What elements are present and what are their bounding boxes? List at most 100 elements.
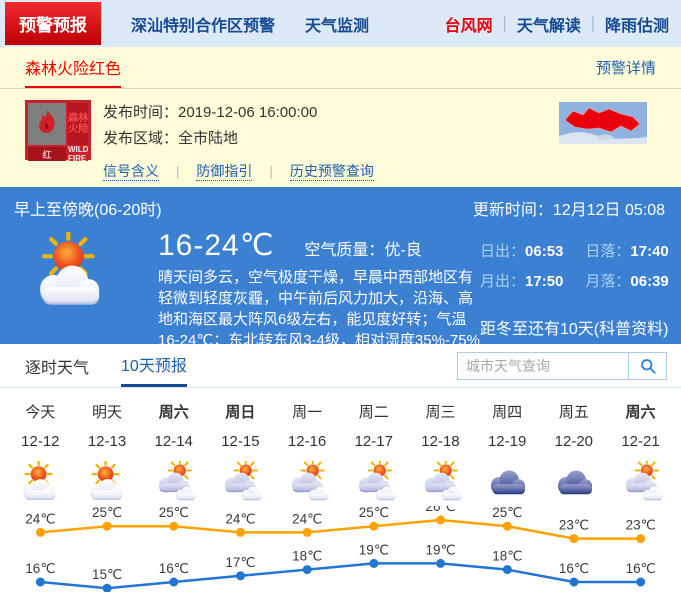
weather-icon-mostly-sunny [84,461,130,503]
forest-fire-warning-icon: 森林火险 红 WILD FIRE [25,100,91,160]
forecast-day-name: 周六 [607,388,674,422]
high-temp-label: 23℃ [559,518,589,533]
weather-portal-page: 预警预报 深汕特别合作区预警 天气监测 台风网 | 天气解读 | 降雨估测 森林… [0,0,681,592]
forecast-day-name: 周一 [274,388,341,422]
high-temp-point [303,528,312,537]
weather-description: 晴天间多云，空气极度干燥，早晨中西部地区有轻微到轻度灰霾，中午前后风力加大，沿海… [158,267,480,351]
nav-rain-estimate-link[interactable]: 降雨估测 [605,12,669,36]
nav-right-links: 台风网 | 天气解读 | 降雨估测 [445,12,669,36]
high-temp-label: 24℃ [25,511,55,526]
low-temp-point [303,565,312,574]
forecast-date: 12-16 [274,433,341,450]
forecast-day-name: 周五 [541,388,608,422]
city-search-input[interactable] [457,352,629,380]
weather-icon-partly-cloudy [151,461,197,503]
nav-typhoon-link[interactable]: 台风网 [445,12,493,36]
forecast-day-name: 周四 [474,388,541,422]
low-temp-point [503,565,512,574]
low-temp-label: 16℃ [626,561,656,576]
publish-area-row: 发布区域：全市陆地 [103,126,374,152]
forecast-icon-cell [7,458,74,506]
warning-tab-bar: 森林火险红色 预警详情 [0,47,681,89]
forecast-day-name: 周二 [340,388,407,422]
forecast-date: 12-15 [207,433,274,450]
search-button[interactable] [629,352,667,380]
low-temp-label: 17℃ [225,555,255,570]
forecast-day-name: 明天 [74,388,141,422]
high-temp-label: 26℃ [426,506,456,514]
high-temp-line [40,520,640,539]
nav-weather-explain-link[interactable]: 天气解读 [517,12,581,36]
high-temp-label: 25℃ [492,506,522,520]
temperature-chart-wrap: 24℃25℃25℃24℃24℃25℃26℃25℃23℃23℃16℃15℃16℃1… [7,506,674,592]
nav-warning-forecast-button[interactable]: 预警预报 [5,2,101,45]
signal-meaning-link[interactable]: 信号含义 [103,163,159,181]
forecast-icon-cell [607,458,674,506]
forecast-date: 12-21 [607,433,674,450]
low-temp-line [40,563,640,588]
moonset-cell: 月落：06:39 [585,270,668,291]
nav-separator: | [591,15,595,33]
tab-hourly-weather[interactable]: 逐时天气 [25,344,89,387]
low-temp-point [570,578,579,587]
nav-shenshan-link[interactable]: 深汕特别合作区预警 [131,12,275,36]
warning-detail-link[interactable]: 预警详情 [596,57,656,78]
forecast-icon-cell [140,458,207,506]
forecast-icon-cell [407,458,474,506]
tab-ten-day-forecast[interactable]: 10天预报 [121,344,187,387]
temperature-chart: 24℃25℃25℃24℃24℃25℃26℃25℃23℃23℃16℃15℃16℃1… [7,506,674,592]
forecast-date: 12-19 [474,433,541,450]
dates-row: 12-1212-1312-1412-1512-1612-1712-1812-19… [7,422,674,450]
forecast-icon-cell [541,458,608,506]
low-temp-label: 18℃ [292,549,322,564]
city-search-box [457,352,667,380]
tab-forest-fire-red[interactable]: 森林火险红色 [25,47,121,88]
forecast-date: 12-14 [140,433,207,450]
publish-area-value: 全市陆地 [178,130,238,147]
low-temp-label: 16℃ [559,561,589,576]
high-temp-label: 23℃ [626,518,656,533]
warning-links-row: 信号含义 | 防御指引 | 历史预警查询 [103,161,374,181]
low-temp-point [369,559,378,568]
nav-separator: | [503,15,507,33]
defense-guide-link[interactable]: 防御指引 [196,163,252,181]
forecast-date: 12-12 [7,433,74,450]
ten-day-forecast-table: 今天明天周六周日周一周二周三周四周五周六 12-1212-1312-1412-1… [7,388,674,506]
forecast-date: 12-13 [74,433,141,450]
high-temp-point [636,534,645,543]
warning-map-image [559,102,647,144]
weather-icon-partly-cloudy [417,461,463,503]
weather-icon-mostly-sunny [28,232,114,310]
high-temp-label: 24℃ [225,511,255,526]
temperature-range: 16-24℃ [158,228,274,263]
low-temp-label: 16℃ [159,561,189,576]
forecast-icon-cell [74,458,141,506]
high-temp-point [169,522,178,531]
high-temp-point [436,516,445,525]
current-weather-icon [28,232,114,351]
forecast-icon-cell [340,458,407,506]
current-conditions-panel: 早上至傍晚(06-20时) 更新时间：12月12日 05:08 16-24℃ 空… [0,187,681,344]
high-temp-point [103,522,112,531]
wild-fire-label: WILD FIRE [68,147,88,161]
weather-icon-partly-cloudy [351,461,397,503]
panel-header: 早上至傍晚(06-20时) 更新时间：12月12日 05:08 [6,187,681,220]
forecast-date: 12-18 [407,433,474,450]
air-quality: 空气质量：优-良 [304,236,421,260]
forest-fire-label: 森林火险 [68,103,88,145]
link-separator: | [176,163,180,179]
weather-icon-partly-cloudy [618,461,664,503]
forecast-icon-cell [207,458,274,506]
nav-weather-monitor-link[interactable]: 天气监测 [305,12,369,36]
red-level-badge: 红 [28,147,66,161]
forecast-date: 12-17 [340,433,407,450]
low-temp-point [103,584,112,592]
panel-body: 16-24℃ 空气质量：优-良 晴天间多云，空气极度干燥，早晨中西部地区有轻微到… [6,220,681,351]
low-temp-label: 18℃ [492,549,522,564]
solstice-countdown[interactable]: 距冬至还有10天(科普资料) [480,315,668,339]
forecast-icon-cell [274,458,341,506]
high-temp-point [236,528,245,537]
history-warning-query-link[interactable]: 历史预警查询 [290,163,374,181]
flame-icon [28,103,66,145]
forecast-day-name: 今天 [7,388,74,422]
